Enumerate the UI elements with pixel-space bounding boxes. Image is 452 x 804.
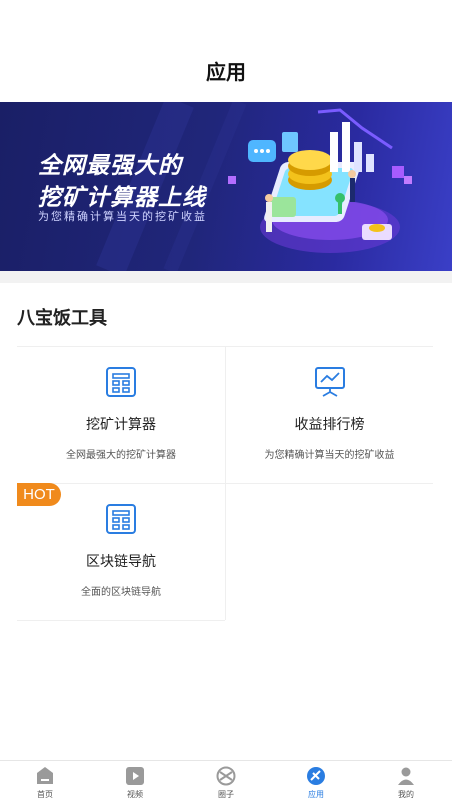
- calculator-icon: [105, 503, 137, 539]
- app-icon: [306, 766, 326, 790]
- calculator-icon: [105, 366, 137, 402]
- chart-board-icon: [313, 366, 347, 402]
- tool-name: 区块链导航: [86, 554, 156, 570]
- tab-circle[interactable]: 圈子: [181, 761, 271, 804]
- banner-title-line1: 全网最强大的: [38, 153, 182, 179]
- tab-label: 首页: [37, 790, 53, 799]
- promo-banner[interactable]: 全网最强大的 挖矿计算器上线 为您精确计算当天的挖矿收益: [0, 102, 452, 271]
- header: 应用: [0, 0, 452, 102]
- hot-badge: HOT: [17, 483, 61, 506]
- video-icon: [125, 766, 145, 790]
- tool-mining-calculator[interactable]: 挖矿计算器 全网最强大的挖矿计算器: [17, 346, 225, 483]
- tab-home[interactable]: 首页: [0, 761, 90, 804]
- tab-label: 视频: [127, 790, 143, 799]
- tab-profile[interactable]: 我的: [361, 761, 451, 804]
- profile-icon: [396, 766, 416, 790]
- tab-label: 圈子: [218, 790, 234, 799]
- tool-description: 全网最强大的挖矿计算器: [66, 450, 176, 461]
- home-icon: [36, 766, 54, 790]
- section-divider: [0, 271, 452, 283]
- tab-label: 我的: [398, 790, 414, 799]
- section-title: 八宝饭工具: [17, 308, 107, 329]
- tool-description: 全面的区块链导航: [81, 587, 161, 598]
- banner-subtitle: 为您精确计算当天的挖矿收益: [38, 210, 207, 223]
- tool-earnings-ranking[interactable]: 收益排行榜 为您精确计算当天的挖矿收益: [226, 346, 433, 483]
- grid-divider: [225, 483, 226, 620]
- tab-video[interactable]: 视频: [90, 761, 180, 804]
- banner-title-line2: 挖矿计算器上线: [38, 185, 206, 211]
- page-title: 应用: [206, 60, 246, 84]
- tool-name: 收益排行榜: [294, 417, 365, 433]
- circle-icon: [216, 766, 236, 790]
- bottom-tab-bar: 首页 视频 圈子 应用 我的: [0, 760, 452, 804]
- tab-apps[interactable]: 应用: [271, 761, 361, 804]
- grid-divider: [17, 620, 225, 621]
- tool-name: 挖矿计算器: [86, 417, 156, 433]
- tab-label: 应用: [308, 790, 324, 799]
- tool-description: 为您精确计算当天的挖矿收益: [264, 450, 395, 461]
